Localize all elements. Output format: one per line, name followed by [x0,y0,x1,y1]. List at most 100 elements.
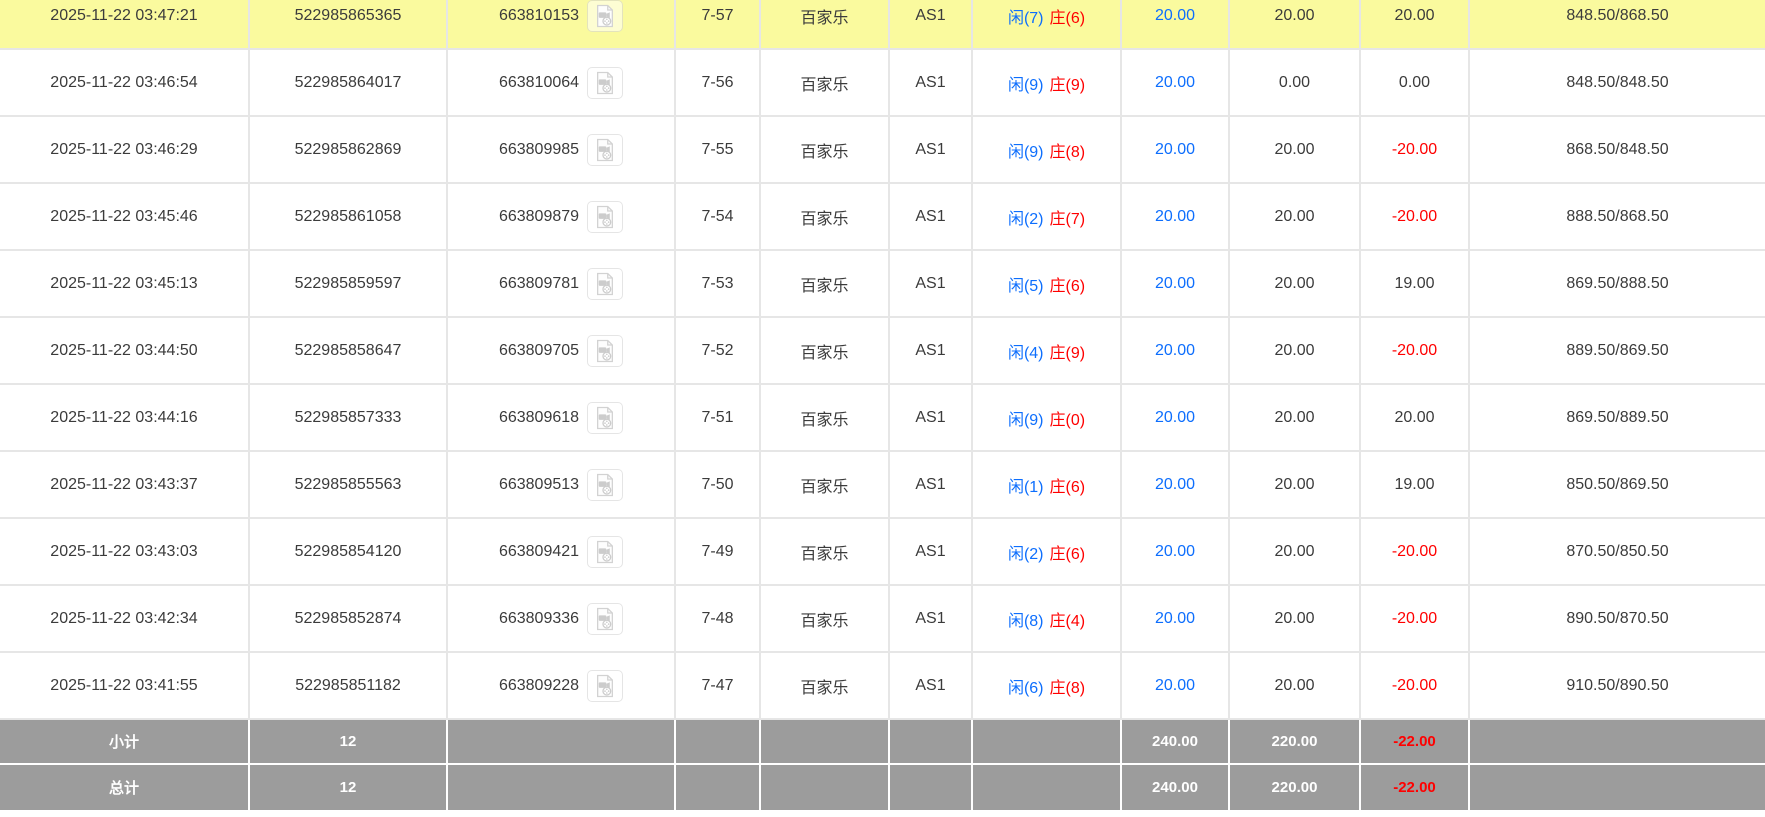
payout-cell: -20.00 [1361,184,1470,249]
bet-amount-cell: 20.00 [1122,318,1230,383]
result-cell: 闲(5) 庄(6) [973,251,1122,316]
valid-amount-cell: 20.00 [1230,184,1361,249]
game-number-cell: 663809618 [448,385,676,450]
video-icon [594,607,616,631]
summary-count: 12 [250,720,448,763]
table-row[interactable]: 2025-11-22 03:43:03 522985854120 6638094… [0,519,1765,586]
total-row: 总计 12 240.00 220.00 -22.00 [0,765,1765,810]
valid-amount-cell: 20.00 [1230,586,1361,651]
video-icon [594,339,616,363]
bet-time-cell: 2025-11-22 03:46:29 [0,117,250,182]
video-replay-button[interactable] [587,536,623,568]
video-icon [594,205,616,229]
round-cell: 7-49 [676,519,761,584]
result-cell: 闲(9) 庄(8) [973,117,1122,182]
table-row[interactable]: 2025-11-22 03:45:46 522985861058 6638098… [0,184,1765,251]
game-type-cell: 百家乐 [761,117,890,182]
video-replay-button[interactable] [587,469,623,501]
video-replay-button[interactable] [587,402,623,434]
table-row[interactable]: 2025-11-22 03:42:34 522985852874 6638093… [0,586,1765,653]
game-number: 663809985 [499,141,579,159]
balance-cell: 890.50/870.50 [1470,586,1765,651]
order-id-cell: 522985854120 [250,519,448,584]
balance-cell: 889.50/869.50 [1470,318,1765,383]
game-type-cell: 百家乐 [761,50,890,115]
table-row[interactable]: 2025-11-22 03:45:13 522985859597 6638097… [0,251,1765,318]
order-id-cell: 522985852874 [250,586,448,651]
bet-time-cell: 2025-11-22 03:43:03 [0,519,250,584]
round-cell: 7-54 [676,184,761,249]
banker-result: 庄(6) [1050,4,1086,28]
video-icon [594,4,616,28]
table-row[interactable]: 2025-11-22 03:41:55 522985851182 6638092… [0,653,1765,720]
game-number-cell: 663810153 [448,0,676,48]
player-result: 闲(9) [1008,71,1044,95]
player-result: 闲(8) [1008,607,1044,631]
banker-result: 庄(6) [1050,540,1086,564]
game-number: 663809705 [499,342,579,360]
round-cell: 7-47 [676,653,761,718]
player-result: 闲(5) [1008,272,1044,296]
payout-cell: 19.00 [1361,251,1470,316]
table-row[interactable]: 2025-11-22 03:44:16 522985857333 6638096… [0,385,1765,452]
bet-amount-cell: 20.00 [1122,117,1230,182]
bet-amount-cell: 20.00 [1122,452,1230,517]
order-id-cell: 522985859597 [250,251,448,316]
summary-payout-total: -22.00 [1361,720,1470,763]
bet-amount-cell: 20.00 [1122,519,1230,584]
table-name-cell: AS1 [890,452,973,517]
bet-amount-cell: 20.00 [1122,653,1230,718]
valid-amount-cell: 20.00 [1230,251,1361,316]
result-cell: 闲(7) 庄(6) [973,0,1122,48]
table-row[interactable]: 2025-11-22 03:46:29 522985862869 6638099… [0,117,1765,184]
valid-amount-cell: 20.00 [1230,117,1361,182]
order-id-cell: 522985862869 [250,117,448,182]
order-id-cell: 522985857333 [250,385,448,450]
bet-amount-cell: 20.00 [1122,385,1230,450]
table-row[interactable]: 2025-11-22 03:44:50 522985858647 6638097… [0,318,1765,385]
table-row[interactable]: 2025-11-22 03:47:21 522985865365 6638101… [0,0,1765,50]
balance-cell: 888.50/868.50 [1470,184,1765,249]
result-cell: 闲(9) 庄(9) [973,50,1122,115]
payout-cell: -20.00 [1361,117,1470,182]
banker-result: 庄(9) [1050,71,1086,95]
round-cell: 7-51 [676,385,761,450]
video-replay-button[interactable] [587,268,623,300]
bet-amount-cell: 20.00 [1122,50,1230,115]
video-replay-button[interactable] [587,0,623,32]
video-replay-button[interactable] [587,670,623,702]
game-number-cell: 663809705 [448,318,676,383]
table-row[interactable]: 2025-11-22 03:46:54 522985864017 6638100… [0,50,1765,117]
game-number-cell: 663809781 [448,251,676,316]
summary-payout-total: -22.00 [1361,765,1470,810]
table-name-cell: AS1 [890,586,973,651]
bet-time-cell: 2025-11-22 03:44:50 [0,318,250,383]
table-row[interactable]: 2025-11-22 03:43:37 522985855563 6638095… [0,452,1765,519]
banker-result: 庄(4) [1050,607,1086,631]
bet-history-table: 2025-11-22 03:47:21 522985865365 6638101… [0,0,1765,810]
video-replay-button[interactable] [587,335,623,367]
video-replay-button[interactable] [587,134,623,166]
game-number-cell: 663809513 [448,452,676,517]
player-result: 闲(9) [1008,406,1044,430]
payout-cell: 20.00 [1361,385,1470,450]
game-number-cell: 663809421 [448,519,676,584]
video-replay-button[interactable] [587,201,623,233]
video-replay-button[interactable] [587,603,623,635]
game-type-cell: 百家乐 [761,318,890,383]
video-icon [594,406,616,430]
table-name-cell: AS1 [890,117,973,182]
bet-amount-cell: 20.00 [1122,586,1230,651]
banker-result: 庄(8) [1050,674,1086,698]
bet-time-cell: 2025-11-22 03:45:13 [0,251,250,316]
game-number-cell: 663809985 [448,117,676,182]
payout-cell: 19.00 [1361,452,1470,517]
banker-result: 庄(6) [1050,473,1086,497]
summary-valid-total: 220.00 [1230,720,1361,763]
valid-amount-cell: 20.00 [1230,519,1361,584]
video-replay-button[interactable] [587,67,623,99]
player-result: 闲(4) [1008,339,1044,363]
table-name-cell: AS1 [890,385,973,450]
payout-cell: 0.00 [1361,50,1470,115]
game-type-cell: 百家乐 [761,586,890,651]
